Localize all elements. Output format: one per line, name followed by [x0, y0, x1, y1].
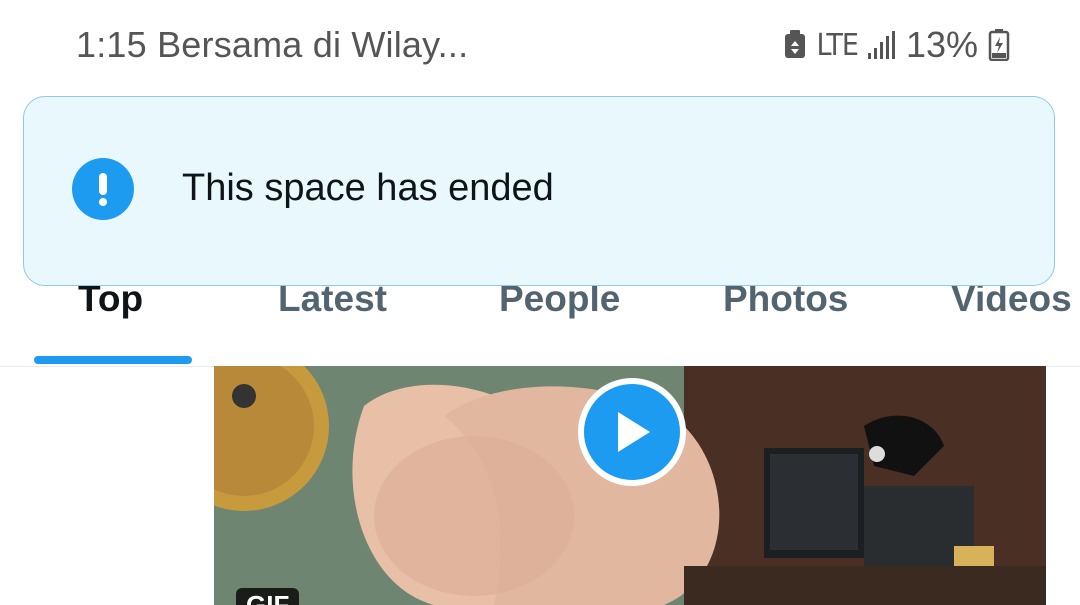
- alert-icon: [72, 158, 134, 220]
- space-ended-toast: This space has ended: [23, 96, 1055, 286]
- signal-icon: [867, 31, 896, 59]
- recycle-storage-icon: [783, 30, 807, 60]
- battery-percent: 13%: [905, 24, 978, 65]
- gif-media[interactable]: GIF: [214, 366, 1046, 605]
- status-icons: LTE 13%: [783, 24, 1011, 66]
- status-bar: 1:15 Bersama di Wilay... LTE 13%: [0, 0, 1080, 90]
- network-type: LTE: [816, 27, 859, 63]
- status-time-title: 1:15 Bersama di Wilay...: [76, 24, 469, 65]
- active-tab-indicator: [34, 356, 192, 364]
- gif-badge: GIF: [236, 588, 300, 605]
- toast-message: This space has ended: [182, 167, 554, 209]
- play-icon: [618, 412, 650, 452]
- battery-charging-icon: [988, 29, 1010, 61]
- play-button[interactable]: [578, 378, 686, 486]
